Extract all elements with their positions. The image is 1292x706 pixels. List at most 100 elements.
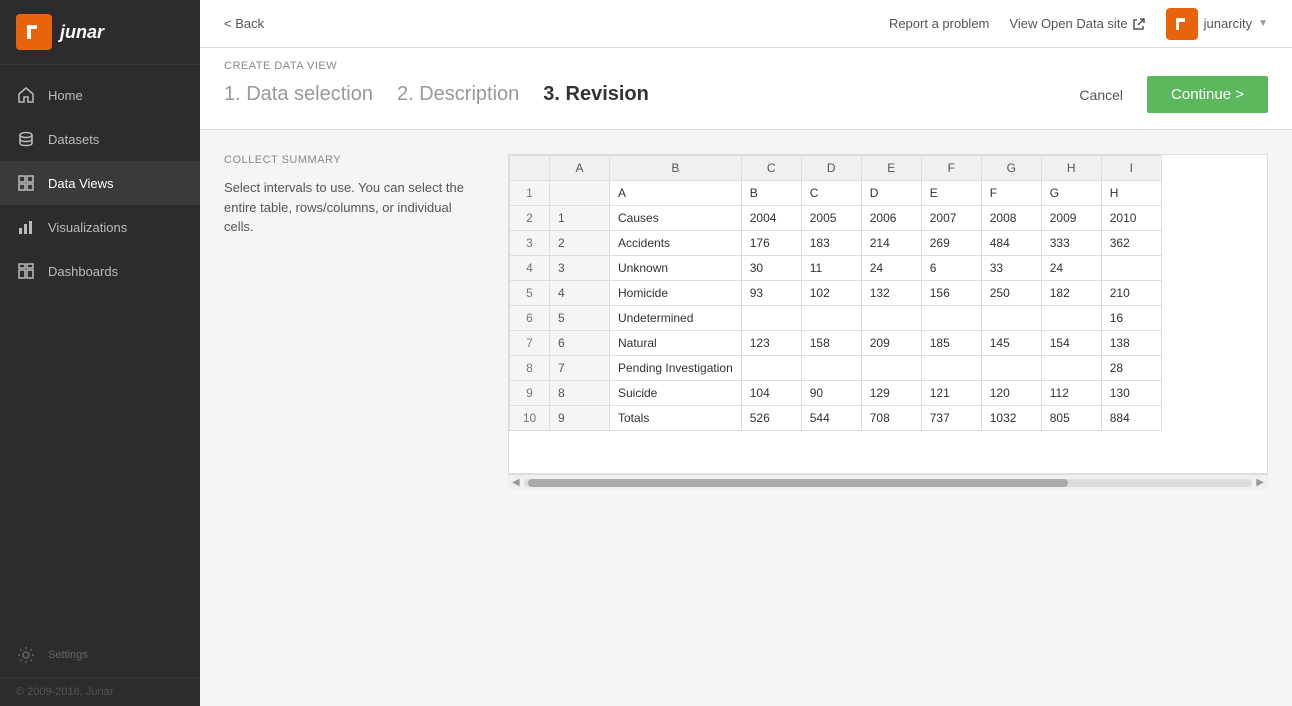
cell-4-b[interactable]: Homicide (610, 281, 742, 306)
cell-3-h[interactable]: 24 (1041, 256, 1101, 281)
cell-1-e[interactable]: 2006 (861, 206, 921, 231)
cell-5-h[interactable] (1041, 306, 1101, 331)
cell-8-e[interactable]: 129 (861, 381, 921, 406)
cell-7-e[interactable] (861, 356, 921, 381)
cell-9-f[interactable]: 737 (921, 406, 981, 431)
cell-6-h[interactable]: 154 (1041, 331, 1101, 356)
cell-0-num[interactable]: 1 (510, 181, 550, 206)
scrollbar[interactable]: ◀ ▶ (508, 474, 1268, 490)
cell-1-b[interactable]: Causes (610, 206, 742, 231)
sidebar-item-home[interactable]: Home (0, 73, 200, 117)
cell-6-f[interactable]: 185 (921, 331, 981, 356)
cell-2-d[interactable]: 183 (801, 231, 861, 256)
cell-2-i[interactable]: 362 (1101, 231, 1161, 256)
sidebar-item-datasets[interactable]: Datasets (0, 117, 200, 161)
cell-6-b[interactable]: Natural (610, 331, 742, 356)
cell-0-i[interactable]: H (1101, 181, 1161, 206)
cell-3-e[interactable]: 24 (861, 256, 921, 281)
cell-0-b[interactable]: A (610, 181, 742, 206)
cell-2-a[interactable]: 2 (550, 231, 610, 256)
cell-9-g[interactable]: 1032 (981, 406, 1041, 431)
sidebar-item-visualizations[interactable]: Visualizations (0, 205, 200, 249)
cell-9-e[interactable]: 708 (861, 406, 921, 431)
cell-1-a[interactable]: 1 (550, 206, 610, 231)
cell-7-d[interactable] (801, 356, 861, 381)
cell-1-g[interactable]: 2008 (981, 206, 1041, 231)
cell-4-c[interactable]: 93 (741, 281, 801, 306)
cell-3-f[interactable]: 6 (921, 256, 981, 281)
cell-9-a[interactable]: 9 (550, 406, 610, 431)
cell-4-h[interactable]: 182 (1041, 281, 1101, 306)
cell-4-i[interactable]: 210 (1101, 281, 1161, 306)
back-button[interactable]: < Back (224, 16, 264, 31)
cell-4-g[interactable]: 250 (981, 281, 1041, 306)
cell-1-h[interactable]: 2009 (1041, 206, 1101, 231)
cell-7-f[interactable] (921, 356, 981, 381)
cell-8-num[interactable]: 9 (510, 381, 550, 406)
cell-7-num[interactable]: 8 (510, 356, 550, 381)
cell-1-num[interactable]: 2 (510, 206, 550, 231)
scroll-thumb[interactable] (528, 479, 1068, 487)
cell-4-f[interactable]: 156 (921, 281, 981, 306)
cell-0-f[interactable]: E (921, 181, 981, 206)
user-menu[interactable]: junarcity ▼ (1166, 8, 1268, 40)
cell-5-g[interactable] (981, 306, 1041, 331)
cell-8-d[interactable]: 90 (801, 381, 861, 406)
cell-2-e[interactable]: 214 (861, 231, 921, 256)
cell-6-g[interactable]: 145 (981, 331, 1041, 356)
cell-7-a[interactable]: 7 (550, 356, 610, 381)
cell-3-i[interactable] (1101, 256, 1161, 281)
cell-1-f[interactable]: 2007 (921, 206, 981, 231)
cell-2-h[interactable]: 333 (1041, 231, 1101, 256)
cell-5-d[interactable] (801, 306, 861, 331)
cell-6-i[interactable]: 138 (1101, 331, 1161, 356)
continue-button[interactable]: Continue > (1147, 76, 1268, 113)
cell-3-c[interactable]: 30 (741, 256, 801, 281)
cell-6-e[interactable]: 209 (861, 331, 921, 356)
cell-1-d[interactable]: 2005 (801, 206, 861, 231)
cell-6-a[interactable]: 6 (550, 331, 610, 356)
cell-0-d[interactable]: C (801, 181, 861, 206)
cell-4-e[interactable]: 132 (861, 281, 921, 306)
cell-9-d[interactable]: 544 (801, 406, 861, 431)
cell-3-g[interactable]: 33 (981, 256, 1041, 281)
scroll-track[interactable] (524, 479, 1253, 487)
cell-4-num[interactable]: 5 (510, 281, 550, 306)
cell-0-e[interactable]: D (861, 181, 921, 206)
cell-5-b[interactable]: Undetermined (610, 306, 742, 331)
cell-8-i[interactable]: 130 (1101, 381, 1161, 406)
cell-9-num[interactable]: 10 (510, 406, 550, 431)
cell-7-b[interactable]: Pending Investigation (610, 356, 742, 381)
cell-0-c[interactable]: B (741, 181, 801, 206)
cell-8-a[interactable]: 8 (550, 381, 610, 406)
cell-5-f[interactable] (921, 306, 981, 331)
cell-2-g[interactable]: 484 (981, 231, 1041, 256)
scroll-right-arrow[interactable]: ▶ (1256, 477, 1264, 488)
cell-8-g[interactable]: 120 (981, 381, 1041, 406)
cell-2-f[interactable]: 269 (921, 231, 981, 256)
cell-6-num[interactable]: 7 (510, 331, 550, 356)
cell-9-i[interactable]: 884 (1101, 406, 1161, 431)
cell-1-i[interactable]: 2010 (1101, 206, 1161, 231)
cell-6-c[interactable]: 123 (741, 331, 801, 356)
report-problem-link[interactable]: Report a problem (889, 16, 989, 31)
cell-0-a[interactable] (550, 181, 610, 206)
cell-2-b[interactable]: Accidents (610, 231, 742, 256)
cell-7-c[interactable] (741, 356, 801, 381)
cell-9-h[interactable]: 805 (1041, 406, 1101, 431)
cancel-button[interactable]: Cancel (1067, 79, 1135, 111)
cell-5-e[interactable] (861, 306, 921, 331)
sidebar-item-dashboards[interactable]: Dashboards (0, 249, 200, 293)
cell-7-g[interactable] (981, 356, 1041, 381)
cell-5-a[interactable]: 5 (550, 306, 610, 331)
cell-5-num[interactable]: 6 (510, 306, 550, 331)
cell-7-h[interactable] (1041, 356, 1101, 381)
cell-6-d[interactable]: 158 (801, 331, 861, 356)
cell-8-c[interactable]: 104 (741, 381, 801, 406)
cell-8-b[interactable]: Suicide (610, 381, 742, 406)
cell-5-i[interactable]: 16 (1101, 306, 1161, 331)
cell-3-d[interactable]: 11 (801, 256, 861, 281)
cell-2-c[interactable]: 176 (741, 231, 801, 256)
cell-1-c[interactable]: 2004 (741, 206, 801, 231)
cell-9-b[interactable]: Totals (610, 406, 742, 431)
